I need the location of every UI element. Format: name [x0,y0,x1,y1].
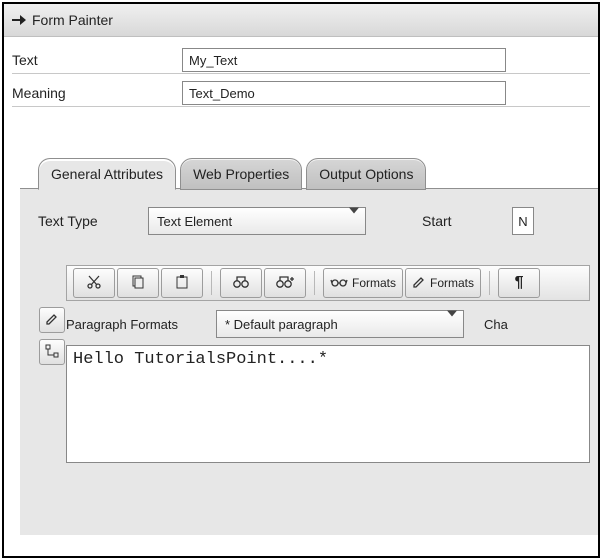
paragraph-formats-value: * Default paragraph [225,317,338,332]
pencil-icon [45,312,59,329]
form-painter-window: Form Painter Text My_Text Meaning Text_D… [2,2,600,558]
start-field[interactable]: N [512,207,534,235]
toolbar-separator [211,271,212,295]
find-button[interactable] [220,268,262,298]
window-title: Form Painter [32,12,113,28]
window-titlebar: Form Painter [4,4,598,37]
editor-main: Formats Formats ¶ [66,265,590,463]
paragraph-formats-label: Paragraph Formats [66,317,206,332]
para-formats-label: Formats [430,276,474,290]
tab-strip: General Attributes Web Properties Output… [38,155,598,189]
chevron-down-icon [349,214,359,229]
text-editor-shell: Formats Formats ¶ [38,265,590,463]
paragraph-formats-dropdown[interactable]: * Default paragraph [216,310,464,338]
cut-button[interactable] [73,268,115,298]
text-row: Text My_Text [12,47,590,74]
meaning-row: Meaning Text_Demo [12,80,590,107]
tab-output-options-label: Output Options [319,166,413,182]
para-formats-button[interactable]: Formats [405,268,481,298]
pilcrow-icon: ¶ [515,274,524,292]
text-type-row: Text Type Text Element Start N [38,207,590,235]
start-value: N [518,214,527,229]
edit-text-button[interactable] [39,307,65,333]
toolbar-separator [314,271,315,295]
tab-general-attributes-label: General Attributes [51,166,163,182]
text-type-label: Text Type [38,213,148,229]
text-type-value: Text Element [157,214,232,229]
tab-output-options[interactable]: Output Options [306,158,426,190]
copy-icon [130,274,146,293]
find-replace-button[interactable] [264,268,306,298]
copy-button[interactable] [117,268,159,298]
paste-icon [174,274,190,293]
forward-arrow-icon [10,11,28,29]
char-formats-button[interactable]: Formats [323,268,403,298]
text-input-value: My_Text [189,53,237,68]
tree-icon [45,344,59,361]
binoculars-plus-icon [275,274,295,293]
editor-toolbar: Formats Formats ¶ [66,265,590,301]
toolbar-separator [489,271,490,295]
nav-tree-button[interactable] [39,339,65,365]
text-editor[interactable]: Hello TutorialsPoint....* [66,345,590,463]
paragraph-formats-row: Paragraph Formats * Default paragraph Ch… [66,309,590,339]
meaning-input[interactable]: Text_Demo [182,81,506,105]
text-type-dropdown[interactable]: Text Element [148,207,366,235]
text-editor-content: Hello TutorialsPoint....* [73,350,328,369]
pilcrow-button[interactable]: ¶ [498,268,540,298]
meaning-input-value: Text_Demo [189,86,255,101]
scissors-icon [86,274,102,293]
start-label: Start [422,213,512,229]
text-label: Text [12,52,182,68]
editor-side-tools [38,265,66,463]
tab-container: General Attributes Web Properties Output… [4,155,598,535]
tab-web-properties-label: Web Properties [193,166,289,182]
general-attributes-panel: Text Type Text Element Start N [20,188,598,535]
character-formats-label-fragment: Cha [484,317,508,332]
pencil-icon [412,275,426,292]
chevron-down-icon [447,317,457,332]
tab-web-properties[interactable]: Web Properties [180,158,302,190]
binoculars-icon [232,274,250,293]
paste-button[interactable] [161,268,203,298]
tab-general-attributes[interactable]: General Attributes [38,158,176,190]
glasses-icon [330,276,348,291]
text-input[interactable]: My_Text [182,48,506,72]
char-formats-label: Formats [352,276,396,290]
meaning-label: Meaning [12,85,182,101]
header-fields: Text My_Text Meaning Text_Demo [4,37,598,119]
